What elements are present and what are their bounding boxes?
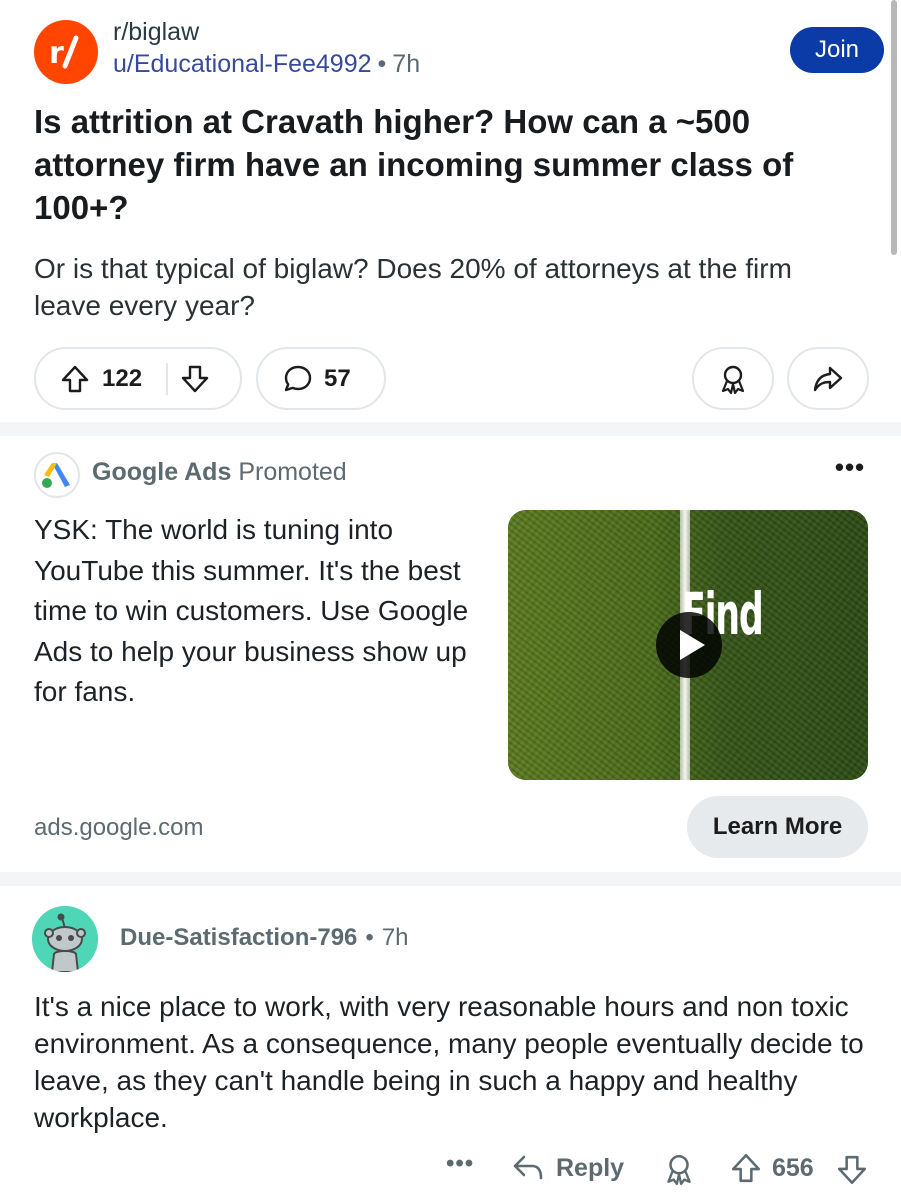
award-button[interactable] <box>692 347 774 410</box>
arrow-down-icon[interactable] <box>180 364 210 394</box>
reply-label: Reply <box>556 1153 625 1182</box>
vote-divider <box>166 362 169 395</box>
reply-button[interactable]: Reply <box>512 1150 624 1186</box>
post-meta: u/Educational-Fee4992 • 7h <box>113 50 420 79</box>
award-ribbon-icon <box>721 365 745 394</box>
subreddit-logo-icon: r <box>49 35 79 71</box>
arrow-up-icon[interactable] <box>730 1152 762 1184</box>
meta-separator: • <box>377 50 387 78</box>
snoo-avatar-icon <box>32 906 98 972</box>
ad-options-button[interactable]: ••• <box>830 452 870 488</box>
comments-button[interactable]: 57 <box>256 347 386 410</box>
svg-text:r: r <box>49 36 64 71</box>
arrow-up-icon[interactable] <box>60 364 90 394</box>
meta-separator: • <box>365 924 374 951</box>
subreddit-avatar[interactable]: r <box>34 20 98 84</box>
post-author[interactable]: u/Educational-Fee4992 <box>113 50 372 78</box>
promoted-label: Promoted <box>238 458 347 486</box>
comment-actions: ••• Reply 656 <box>0 1148 901 1188</box>
section-divider <box>0 422 901 436</box>
comment-count: 57 <box>324 364 351 392</box>
subreddit-name[interactable]: r/biglaw <box>113 18 199 47</box>
comment-score: 656 <box>772 1154 814 1182</box>
play-icon <box>680 630 705 660</box>
post-card: r r/biglaw u/Educational-Fee4992 • 7h Join… <box>0 0 901 422</box>
arrow-down-icon[interactable] <box>836 1154 868 1186</box>
award-ribbon-icon[interactable] <box>662 1152 696 1186</box>
ad-header: Google Ads Promoted <box>92 458 347 487</box>
google-ads-logo-icon <box>42 463 70 488</box>
share-arrow-icon <box>813 366 843 391</box>
play-button[interactable] <box>656 612 722 678</box>
ad-video-thumbnail[interactable]: Find <box>508 510 868 780</box>
comment-options-button[interactable]: ••• <box>446 1150 474 1178</box>
ad-domain[interactable]: ads.google.com <box>34 814 203 842</box>
speech-bubble-icon <box>284 365 312 391</box>
comment: Due-Satisfaction-796 • 7h It's a nice plac… <box>0 886 901 1200</box>
promoted-ad: Google Ads Promoted ••• YSK: The world i… <box>0 436 901 872</box>
advertiser-name[interactable]: Google Ads <box>92 458 231 486</box>
ad-text[interactable]: YSK: The world is tuning into YouTube th… <box>34 510 494 713</box>
comment-age: 7h <box>381 924 409 951</box>
comment-body: It's a nice place to work, with very rea… <box>34 991 864 1133</box>
share-button[interactable] <box>787 347 869 410</box>
learn-more-button[interactable]: Learn More <box>687 796 868 858</box>
post-age: 7h <box>392 50 421 78</box>
join-button[interactable]: Join <box>790 27 884 73</box>
post-title[interactable]: Is attrition at Cravath higher? How can … <box>34 100 854 229</box>
advertiser-avatar[interactable] <box>34 452 80 498</box>
section-divider <box>0 872 901 886</box>
vote-pill: 122 <box>34 347 242 410</box>
comment-meta: Due-Satisfaction-796 • 7h <box>120 924 409 952</box>
reply-arrow-icon <box>513 1155 543 1180</box>
comment-username[interactable]: Due-Satisfaction-796 <box>120 924 357 951</box>
avatar[interactable] <box>32 906 98 972</box>
post-score: 122 <box>102 364 143 392</box>
post-body: Or is that typical of biglaw? Does 20% o… <box>34 253 792 321</box>
